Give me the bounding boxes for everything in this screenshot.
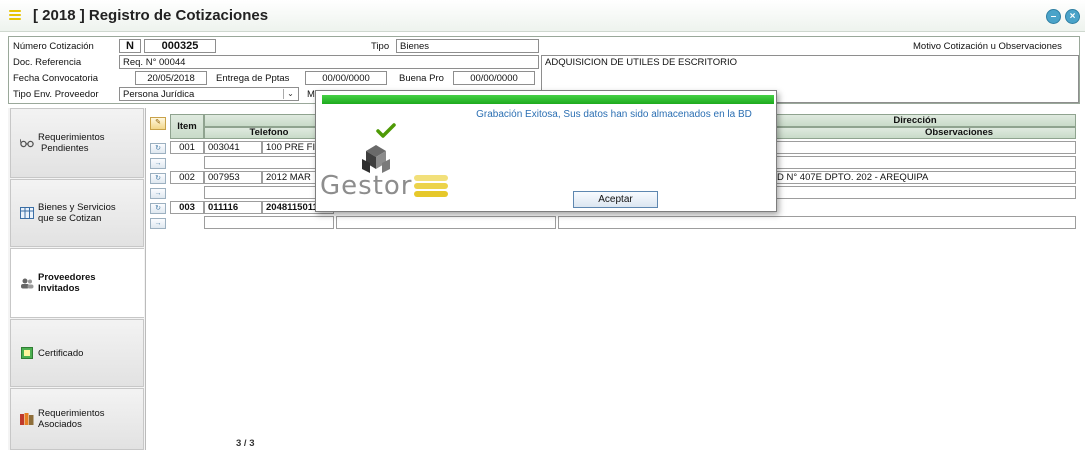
column-header-item: Item — [170, 114, 204, 139]
doc-referencia-label: Doc. Referencia — [13, 57, 82, 68]
certificate-icon — [20, 347, 34, 359]
dialog-progress-bar — [322, 95, 774, 104]
numero-label: Número Cotización — [13, 41, 94, 52]
row-observaciones[interactable] — [558, 216, 1076, 229]
row-telefono[interactable] — [204, 216, 334, 229]
fecha-convocatoria-label: Fecha Convocatoria — [13, 73, 99, 84]
window-title: [ 2018 ] Registro de Cotizaciones — [33, 7, 269, 24]
buena-pro-field[interactable]: 00/00/0000 — [453, 71, 535, 85]
close-button[interactable]: × — [1065, 9, 1080, 24]
motivo-label: Motivo Cotización u Observaciones — [913, 41, 1062, 52]
column-header-direccion: Dirección — [893, 115, 937, 126]
menu-icon[interactable] — [9, 10, 21, 21]
chevron-down-icon[interactable]: ⌄ — [283, 89, 297, 99]
logo-stripes-icon — [414, 175, 448, 197]
people-icon — [20, 277, 34, 289]
fecha-convocatoria-field[interactable]: 20/05/2018 — [135, 71, 207, 85]
success-dialog: Gestor Grabación Exitosa, Sus datos han … — [315, 90, 777, 212]
dialog-message: Grabación Exitosa, Sus datos han sido al… — [476, 109, 752, 120]
glasses-icon — [20, 137, 34, 149]
aceptar-button[interactable]: Aceptar — [573, 191, 658, 208]
minimize-button[interactable]: – — [1046, 9, 1061, 24]
row-expand-button[interactable]: ↻ — [150, 203, 166, 214]
sidebar-item-requerimientos-asociados[interactable]: Requerimientos Asociados — [10, 388, 144, 450]
checkmark-icon — [376, 123, 396, 142]
row-expand-button[interactable]: ↻ — [150, 173, 166, 184]
sidebar-item-certificado[interactable]: Certificado — [10, 319, 144, 387]
doc-referencia-field[interactable]: Req. N° 00044 — [119, 55, 539, 69]
sidebar-label: Requerimientos — [38, 132, 105, 143]
grid-icon — [20, 207, 34, 219]
row-code[interactable]: 003041 — [204, 141, 262, 154]
sidebar-label: Requerimientos — [38, 408, 105, 419]
tipo-env-label: Tipo Env. Proveedor — [13, 89, 99, 100]
sidebar-label: Bienes y Servicios — [38, 202, 116, 213]
gestor-logo-text: Gestor — [320, 171, 413, 201]
row-field[interactable] — [336, 216, 556, 229]
sidebar-label: Invitados — [38, 283, 80, 294]
row-link-button[interactable]: → — [150, 158, 166, 169]
sidebar-label: Pendientes — [41, 143, 89, 154]
row-link-button[interactable]: → — [150, 218, 166, 229]
buena-pro-label: Buena Pro — [399, 73, 444, 84]
numero-type-field[interactable]: N — [119, 39, 141, 53]
sidebar-label: Asociados — [38, 419, 82, 430]
sidebar-item-proveedores-invitados[interactable]: Proveedores Invitados — [10, 248, 144, 318]
sidebar-label: que se Cotizan — [38, 213, 102, 224]
sidebar-label: Proveedores — [38, 272, 96, 283]
row-link-button[interactable]: → — [150, 188, 166, 199]
tipo-label: Tipo — [371, 41, 390, 52]
tipo-env-select[interactable]: Persona Jurídica ⌄ — [119, 87, 299, 101]
row-expand-button[interactable]: ↻ — [150, 143, 166, 154]
m-label: M — [307, 89, 315, 100]
edit-icon[interactable]: ✎ — [150, 117, 166, 130]
entrega-field[interactable]: 00/00/0000 — [305, 71, 387, 85]
column-header-observaciones: Observaciones — [924, 127, 994, 138]
row-item: 002 — [170, 171, 204, 184]
tipo-field[interactable]: Bienes — [396, 39, 539, 53]
row-item: 001 — [170, 141, 204, 154]
title-bar: [ 2018 ] Registro de Cotizaciones – × — [0, 0, 1085, 32]
sidebar-item-bienes-servicios[interactable]: Bienes y Servicios que se Cotizan — [10, 179, 144, 247]
sidebar-label: Certificado — [38, 347, 84, 359]
books-icon — [20, 413, 34, 425]
row-item: 003 — [170, 201, 204, 214]
row-code[interactable]: 007953 — [204, 171, 262, 184]
pager: 3 / 3 — [236, 438, 255, 449]
sidebar-item-requerimientos-pendientes[interactable]: Requerimientos Pendientes — [10, 108, 144, 178]
row-code[interactable]: 011116 — [204, 201, 262, 214]
numero-field[interactable]: 000325 — [144, 39, 216, 53]
sidebar: Requerimientos Pendientes Bienes y Servic… — [8, 108, 146, 450]
tipo-env-value: Persona Jurídica — [123, 89, 195, 100]
entrega-label: Entrega de Pptas — [216, 73, 290, 84]
